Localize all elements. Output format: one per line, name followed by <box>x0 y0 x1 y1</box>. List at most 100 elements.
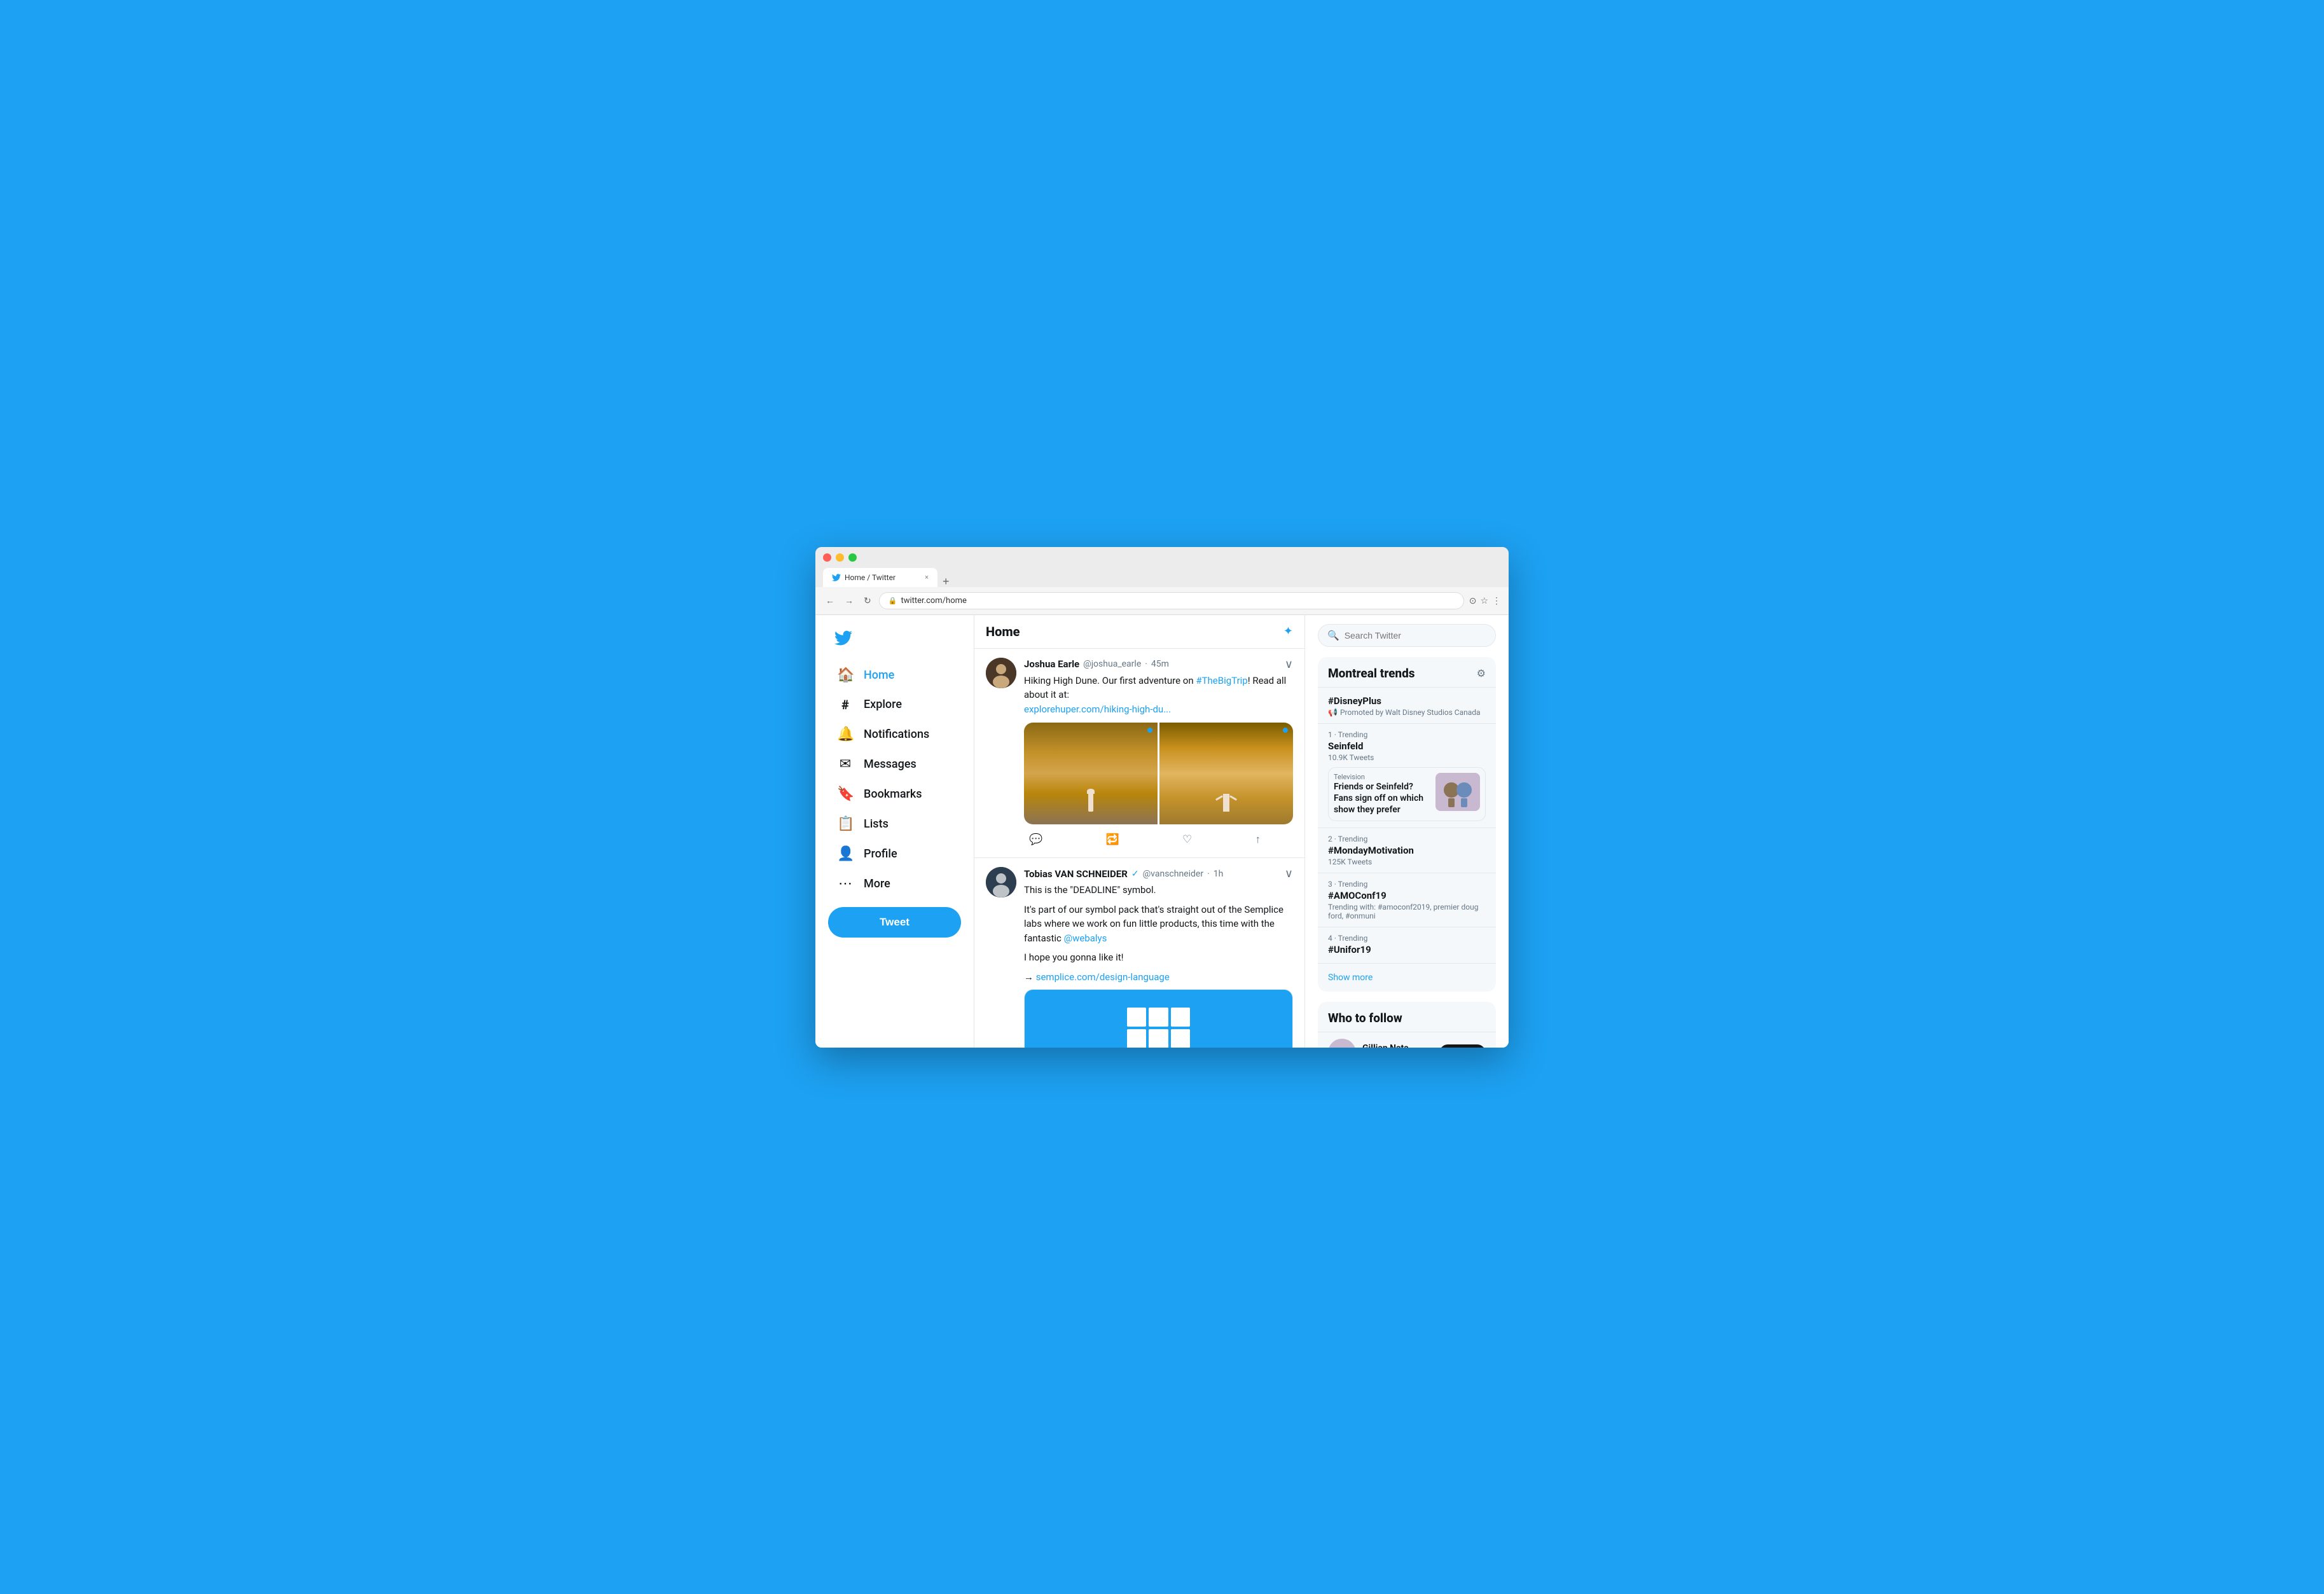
trend-name-seinfeld: Seinfeld <box>1328 740 1486 752</box>
menu-dots-icon[interactable]: ⋮ <box>1492 595 1501 606</box>
tweet1-hashtag[interactable]: #TheBigTrip <box>1196 675 1247 686</box>
twitter-bird-icon <box>834 629 852 647</box>
maximize-window-button[interactable] <box>848 553 857 562</box>
trend-name-unifor: #Unifor19 <box>1328 944 1486 955</box>
search-box[interactable]: 🔍 <box>1318 624 1496 647</box>
trends-settings-icon[interactable]: ⚙ <box>1477 667 1486 679</box>
forward-button[interactable]: → <box>842 594 856 607</box>
tweet2-handle: @vanschneider <box>1143 869 1203 879</box>
tweet-button[interactable]: Tweet <box>828 907 961 938</box>
sparkle-icon[interactable]: ✦ <box>1283 625 1293 638</box>
image-indicator2 <box>1283 728 1288 733</box>
tweet2-body: This is the "DEADLINE" symbol. It's part… <box>1024 883 1293 984</box>
browser-chrome: Home / Twitter × + <box>815 547 1509 587</box>
tweet2-card[interactable] <box>1024 989 1293 1048</box>
sidebar-label-profile: Profile <box>864 847 897 861</box>
tweet1-image1[interactable] <box>1024 723 1158 824</box>
new-tab-button[interactable]: + <box>937 576 955 587</box>
follow-info: Gillian Nata... @gilliannata... <box>1362 1043 1433 1048</box>
trend-count-seinfeld: 10.9K Tweets <box>1328 753 1486 762</box>
trend-name-amoconf: #AMOConf19 <box>1328 890 1486 901</box>
trend-item-disneyplus[interactable]: #DisneyPlus 📢 Promoted by Walt Disney St… <box>1318 687 1496 723</box>
browser-window: Home / Twitter × + ← → ↻ 🔒 twitter.com/h… <box>815 547 1509 1048</box>
trend-promoted-disneyplus: 📢 Promoted by Walt Disney Studios Canada <box>1328 708 1486 717</box>
sidebar-item-explore[interactable]: # Explore <box>828 691 961 719</box>
tweet1-user-info: Joshua Earle @joshua_earle · 45m <box>1024 658 1169 670</box>
reply-icon: 💬 <box>1029 833 1042 846</box>
tweet2-more-button[interactable]: ∨ <box>1285 867 1293 880</box>
sidebar-label-explore: Explore <box>864 698 902 711</box>
seinfeld-card-text: Television Friends or Seinfeld? Fans sig… <box>1334 773 1429 816</box>
twitter-logo[interactable] <box>828 621 961 657</box>
sidebar-item-bookmarks[interactable]: 🔖 Bookmarks <box>828 780 961 808</box>
tweet1-avatar[interactable] <box>986 658 1016 688</box>
trend-count-monday: 125K Tweets <box>1328 857 1486 866</box>
like-icon: ♡ <box>1182 833 1192 846</box>
trend-name-disneyplus: #DisneyPlus <box>1328 695 1486 707</box>
seinfeld-card-svg <box>1439 774 1477 809</box>
minimize-window-button[interactable] <box>836 553 844 562</box>
tweet2-content: Tobias VAN SCHNEIDER ✓ @vanschneider · 1… <box>1024 867 1293 1048</box>
tweet1-like-button[interactable]: ♡ <box>1177 831 1197 849</box>
tweet1-image2[interactable] <box>1159 723 1293 824</box>
tweet1-dot: · <box>1145 659 1147 669</box>
tweet1-reply-button[interactable]: 💬 <box>1024 831 1048 849</box>
trend-category-unifor: 4 · Trending <box>1328 934 1486 943</box>
sidebar-item-messages[interactable]: ✉ Messages <box>828 750 961 779</box>
sidebar-item-home[interactable]: 🏠 Home <box>828 661 961 690</box>
trend-item-amoconf[interactable]: 3 · Trending #AMOConf19 Trending with: #… <box>1318 873 1496 927</box>
tweet1-link[interactable]: explorehuper.com/hiking-high-du... <box>1024 703 1171 715</box>
sidebar-label-home: Home <box>864 669 894 682</box>
search-input[interactable] <box>1345 630 1486 641</box>
follow-button[interactable]: Follow <box>1439 1044 1486 1048</box>
tweet-card-image <box>1025 990 1292 1048</box>
messages-icon: ✉ <box>837 756 854 772</box>
verified-badge: ✓ <box>1131 869 1139 879</box>
show-more-trends[interactable]: Show more <box>1318 963 1496 992</box>
browser-addressbar: ← → ↻ 🔒 twitter.com/home ⊙ ☆ ⋮ <box>815 587 1509 615</box>
tweet2-link-line: → semplice.com/design-language <box>1024 970 1293 985</box>
url-text: twitter.com/home <box>901 596 967 606</box>
sidebar-item-lists[interactable]: 📋 Lists <box>828 810 961 838</box>
tweet2-line2: It's part of our symbol pack that's stra… <box>1024 903 1293 946</box>
sidebar-item-notifications[interactable]: 🔔 Notifications <box>828 720 961 749</box>
trend-item-monday[interactable]: 2 · Trending #MondayMotivation 125K Twee… <box>1318 828 1496 873</box>
follow-name: Gillian Nata... <box>1362 1043 1433 1048</box>
tab-close-button[interactable]: × <box>925 573 929 581</box>
tweet2-avatar[interactable] <box>986 867 1016 897</box>
reload-button[interactable]: ↻ <box>861 594 874 607</box>
retweet-icon: 🔁 <box>1105 833 1119 846</box>
trends-section: Montreal trends ⚙ #DisneyPlus 📢 Promoted… <box>1318 657 1496 992</box>
tweet2-item: Tobias VAN SCHNEIDER ✓ @vanschneider · 1… <box>974 858 1304 1048</box>
trend-item-seinfeld[interactable]: 1 · Trending Seinfeld 10.9K Tweets Telev… <box>1318 723 1496 828</box>
browser-action-buttons: ⊙ ☆ ⋮ <box>1469 595 1501 606</box>
tweet2-line3: I hope you gonna like it! <box>1024 950 1293 965</box>
tweet1-retweet-button[interactable]: 🔁 <box>1100 831 1124 849</box>
tweet1-content: Joshua Earle @joshua_earle · 45m ∨ Hikin… <box>1024 658 1293 849</box>
sidebar-item-more[interactable]: ⋯ More <box>828 870 961 898</box>
tweet2-user-info: Tobias VAN SCHNEIDER ✓ @vanschneider · 1… <box>1024 868 1223 880</box>
tweet2-mention[interactable]: @webalys <box>1064 932 1107 944</box>
bookmark-star-icon[interactable]: ☆ <box>1480 595 1488 606</box>
tweet1-header: Joshua Earle @joshua_earle · 45m ∨ <box>1024 658 1293 671</box>
share-icon: ↑ <box>1255 833 1261 846</box>
tweet1-actions: 💬 🔁 ♡ ↑ <box>1024 831 1266 849</box>
back-button[interactable]: ← <box>823 594 837 607</box>
more-icon: ⋯ <box>837 876 854 892</box>
tweet2-avatar-img <box>986 867 1016 897</box>
trend-name-monday: #MondayMotivation <box>1328 845 1486 856</box>
notifications-icon: 🔔 <box>837 726 854 742</box>
close-window-button[interactable] <box>823 553 831 562</box>
twitter-app: 🏠 Home # Explore 🔔 Notifications ✉ Messa… <box>815 615 1509 1048</box>
tweet2-link[interactable]: semplice.com/design-language <box>1036 971 1170 983</box>
sidebar-item-profile[interactable]: 👤 Profile <box>828 840 961 868</box>
active-tab[interactable]: Home / Twitter × <box>823 568 937 587</box>
trend-item-unifor[interactable]: 4 · Trending #Unifor19 <box>1318 927 1496 963</box>
tweet1-more-button[interactable]: ∨ <box>1285 658 1293 671</box>
history-icon[interactable]: ⊙ <box>1469 595 1477 606</box>
address-bar[interactable]: 🔒 twitter.com/home <box>879 592 1464 609</box>
tweet1-share-button[interactable]: ↑ <box>1250 831 1266 849</box>
lock-icon: 🔒 <box>889 597 897 605</box>
tweet2-username: Tobias VAN SCHNEIDER <box>1024 868 1128 880</box>
follow-avatar <box>1328 1039 1356 1047</box>
